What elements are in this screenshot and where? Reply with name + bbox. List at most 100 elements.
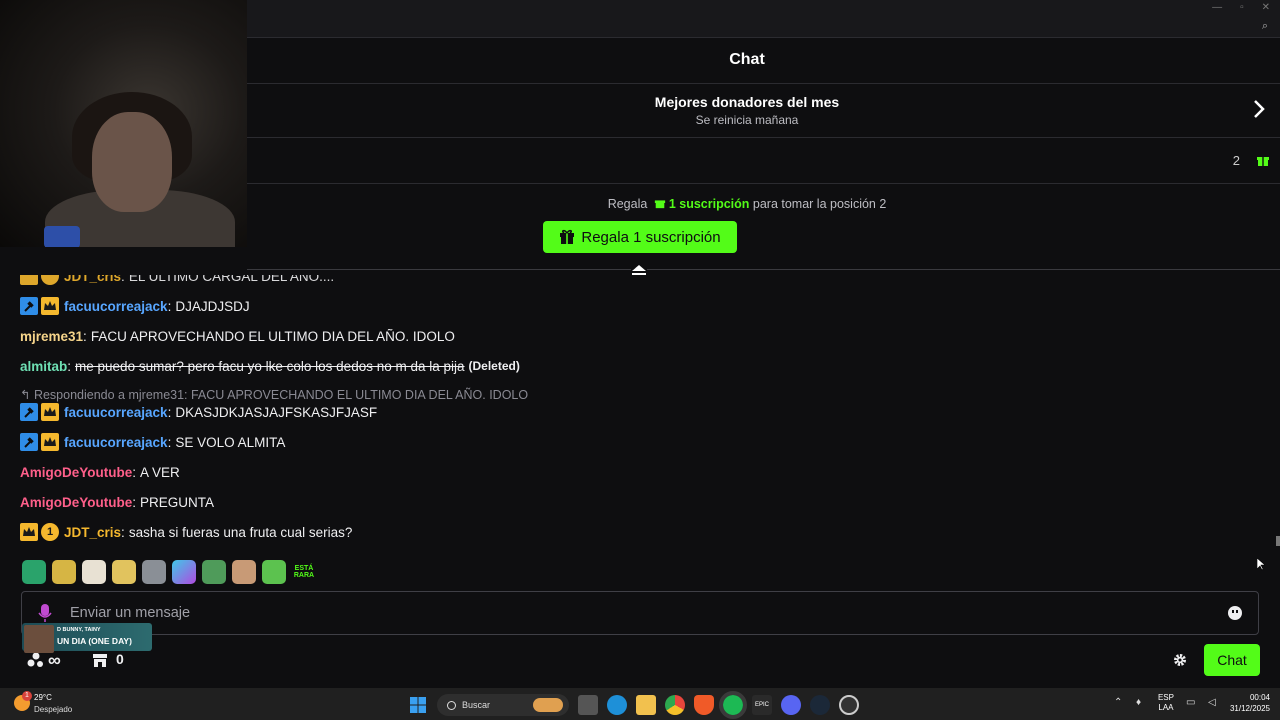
tv-emote-icon[interactable] [172, 560, 196, 584]
reply-context: ↰ Respondiendo a mjreme31: FACU APROVECH… [20, 387, 528, 402]
file-explorer-icon[interactable] [636, 695, 656, 715]
chat-text: DKASJDKJASJAJFSKASJFJASF [175, 404, 378, 420]
chevron-right-icon[interactable] [1252, 98, 1266, 120]
frog-emote-icon[interactable] [262, 560, 286, 584]
task-view-icon[interactable] [578, 695, 598, 715]
network-icon[interactable]: ▭ [1186, 698, 1196, 708]
emote-bar: ESTÁ RARA [22, 560, 316, 584]
top-donors-title: Mejores donadores del mes [654, 94, 840, 110]
chat-message: facuucorreajack: SE VOLO ALMITA [20, 432, 285, 452]
language-indicator[interactable]: ESP LAA [1158, 693, 1174, 713]
close-icon[interactable]: ✕ [1262, 2, 1270, 13]
chat-username[interactable]: JDT_cris [64, 525, 121, 540]
minimize-icon[interactable]: — [1212, 2, 1222, 13]
microphone-tray-icon[interactable]: ♦ [1136, 698, 1146, 708]
gift-cta-text: Regala 1 suscripción para tomar la posic… [214, 197, 1280, 211]
chat-text: EL ULTIMO CARGAL DEL AÑO.... [128, 270, 335, 284]
chat-message: facuucorreajack: DKASJDKJASJAJFSKASJFJAS… [20, 402, 377, 422]
top-donors-subtitle: Se reinicia mañana [695, 113, 799, 127]
clock-time: 00:04 [1249, 693, 1270, 702]
chat-text: A VER [140, 464, 180, 480]
clock[interactable]: 00:04 31/12/2025 [1230, 692, 1270, 714]
mouse-cursor-icon [1257, 558, 1265, 571]
chat-message: AmigoDeYoutube: PREGUNTA [20, 494, 215, 510]
epic-games-icon[interactable]: EPIC [752, 695, 772, 715]
scrollbar-thumb[interactable] [1276, 536, 1280, 546]
channel-points-icon[interactable] [26, 652, 46, 668]
crown-badge-icon [20, 523, 38, 541]
gift-icon [1257, 157, 1269, 166]
chat-username[interactable]: mjreme31 [20, 329, 83, 344]
face-emote-icon[interactable] [112, 560, 136, 584]
restore-icon[interactable]: ▫ [1240, 2, 1244, 13]
emoji-picker-icon[interactable] [1228, 606, 1242, 620]
banana-emote-icon[interactable] [52, 560, 76, 584]
chat-message: 1 JDT_cris: sasha si fueras una fruta cu… [20, 522, 352, 542]
obs-icon[interactable] [839, 695, 859, 715]
tray-overflow-icon[interactable]: ⌃ [1114, 698, 1124, 708]
gift-icon [654, 200, 665, 209]
bird-emote-icon[interactable] [142, 560, 166, 584]
chat-username[interactable]: AmigoDeYoutube [20, 495, 132, 510]
globe-emote-icon[interactable] [22, 560, 46, 584]
feet-emote-icon[interactable] [82, 560, 106, 584]
reply-text: Respondiendo a mjreme31: FACU APROVECHAN… [33, 388, 529, 402]
chat-username[interactable]: almitab [20, 359, 67, 374]
taskbar-search[interactable]: Buscar [437, 694, 569, 716]
reply-arrow-icon: ↰ [20, 388, 34, 402]
now-playing-overlay: D BUNNY, TAINY UN DIA (ONE DAY) [22, 623, 152, 653]
window-controls: — ▫ ✕ [1212, 2, 1270, 13]
lang-primary: ESP [1157, 693, 1174, 702]
chat-messages: JDT_cris: EL ULTIMO CARGAL DEL AÑO.... f… [0, 270, 1280, 555]
horns-emote-icon[interactable] [232, 560, 256, 584]
gift-button-label: Regala 1 suscripción [581, 228, 721, 246]
clock-date: 31/12/2025 [1229, 704, 1270, 713]
chat-message: mjreme31: FACU APROVECHANDO EL ULTIMO DI… [20, 328, 455, 344]
taskbar-apps: Buscar EPIC [408, 691, 859, 719]
settings-gear-icon[interactable] [1173, 653, 1187, 667]
chat-username[interactable]: JDT_cris [64, 275, 121, 284]
chrome-icon[interactable] [665, 695, 685, 715]
spotify-icon[interactable] [719, 691, 747, 719]
store-icon[interactable] [92, 652, 108, 668]
chat-text: FACU APROVECHANDO EL ULTIMO DIA DEL AÑO.… [90, 328, 455, 344]
search-highlight-icon [533, 698, 563, 712]
windows-start-icon[interactable] [408, 695, 428, 715]
edge-browser-icon[interactable] [607, 695, 627, 715]
webcam-overlay [0, 0, 247, 247]
now-playing-artist: D BUNNY, TAINY [57, 627, 101, 633]
chat-text: PREGUNTA [140, 494, 215, 510]
steam-icon[interactable] [810, 695, 830, 715]
send-chat-button[interactable]: Chat [1204, 644, 1260, 676]
volume-icon[interactable]: ◁ [1208, 698, 1218, 708]
system-tray: ⌃ ♦ ESP LAA ▭ ◁ 00:04 31/12/2025 [1114, 692, 1270, 714]
album-art [24, 625, 54, 653]
weather-badge: 1 [22, 691, 32, 701]
cta-suffix: para tomar la posición 2 [752, 197, 887, 211]
chat-username[interactable]: facuucorreajack [64, 435, 168, 450]
channel-points-value: ∞ [48, 650, 61, 670]
esta-rara-emote[interactable]: ESTÁ RARA [292, 560, 316, 584]
chat-message: almitab: me puedo sumar? pero facu yo lk… [20, 358, 520, 374]
chat-input-container [21, 591, 1259, 635]
discord-icon[interactable] [781, 695, 801, 715]
crown-badge-icon [41, 433, 59, 451]
crown-badge-icon [41, 297, 59, 315]
microphone-icon[interactable] [38, 603, 52, 623]
chat-username[interactable]: facuucorreajack [64, 299, 168, 314]
cta-prefix: Regala [607, 197, 648, 211]
croc-emote-icon[interactable] [202, 560, 226, 584]
moderator-hammer-icon [20, 403, 38, 421]
chat-message-input[interactable] [70, 592, 1210, 634]
lang-secondary: LAA [1158, 703, 1174, 712]
chat-text: sasha si fueras una fruta cual serias? [128, 524, 353, 540]
gift-subscription-button[interactable]: Regala 1 suscripción [543, 221, 737, 253]
rank-count: 2 [1232, 153, 1240, 168]
chat-username[interactable]: facuucorreajack [64, 405, 168, 420]
chat-username[interactable]: AmigoDeYoutube [20, 465, 132, 480]
taskbar-search-label: Buscar [462, 700, 491, 710]
brave-icon[interactable] [694, 695, 714, 715]
top-donors-panel[interactable]: Mejores donadores del mes Se reinicia ma… [247, 84, 1280, 138]
chat-message: JDT_cris: EL ULTIMO CARGAL DEL AÑO.... [20, 270, 335, 286]
zoom-icon[interactable]: ⌕ [1262, 20, 1268, 33]
